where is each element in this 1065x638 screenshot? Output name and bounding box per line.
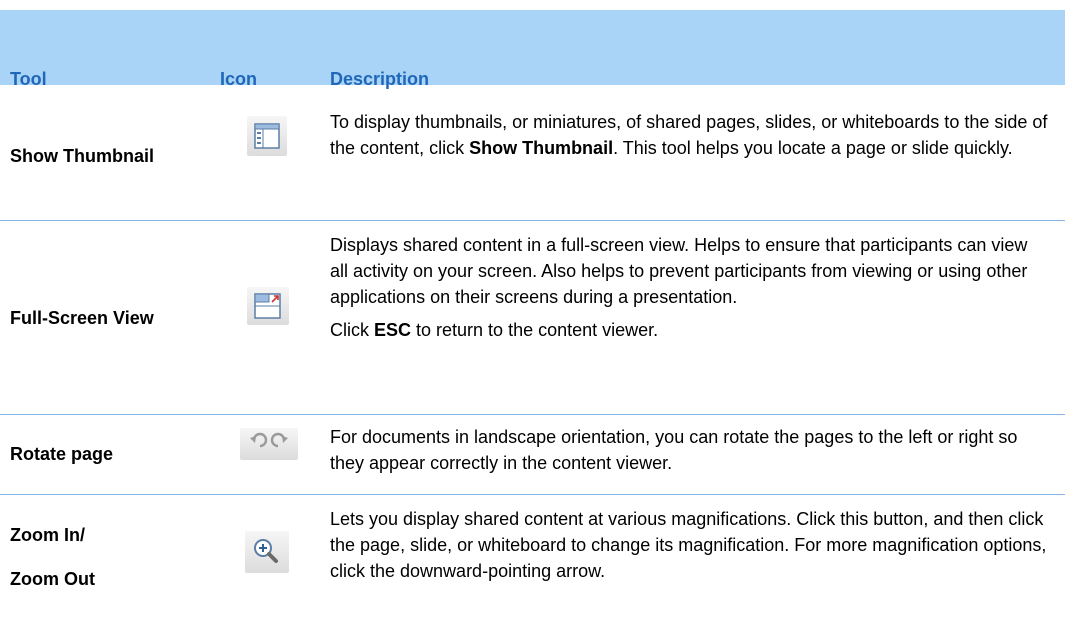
rotate-left-right-icons bbox=[240, 428, 298, 460]
tool-label-rotate-page: Rotate page bbox=[10, 444, 114, 464]
tool-label-zoom-out: Zoom Out bbox=[10, 569, 95, 589]
description-zoom: Lets you display shared content at vario… bbox=[330, 509, 1047, 581]
table-row-full-screen-view: Full-Screen View Displays shared content… bbox=[0, 221, 1065, 414]
description-rotate-page: For documents in landscape orientation, … bbox=[330, 427, 1018, 473]
tool-label-full-screen-view: Full-Screen View bbox=[10, 308, 154, 328]
rotate-left-icon bbox=[250, 432, 268, 448]
table-row-rotate-page: Rotate page For documents in landscape o… bbox=[0, 415, 1065, 494]
show-thumbnail-icon bbox=[247, 116, 287, 156]
rotate-right-icon bbox=[270, 432, 288, 448]
table-row-zoom: Zoom In/ Zoom Out Lets you display share… bbox=[0, 495, 1065, 638]
table-header: Tool Icon Description bbox=[0, 10, 1065, 89]
full-screen-view-icon bbox=[247, 287, 289, 325]
table-row-show-thumbnail: Show Thumbnail To display thumbnails, or… bbox=[0, 85, 1065, 220]
description-full-screen-view: Displays shared content in a full-screen… bbox=[330, 235, 1028, 340]
zoom-in-icon bbox=[245, 531, 289, 573]
description-show-thumbnail: To display thumbnails, or miniatures, of… bbox=[330, 112, 1048, 158]
tool-label-zoom-in: Zoom In/ bbox=[10, 525, 85, 545]
tool-label-show-thumbnail: Show Thumbnail bbox=[10, 146, 154, 166]
